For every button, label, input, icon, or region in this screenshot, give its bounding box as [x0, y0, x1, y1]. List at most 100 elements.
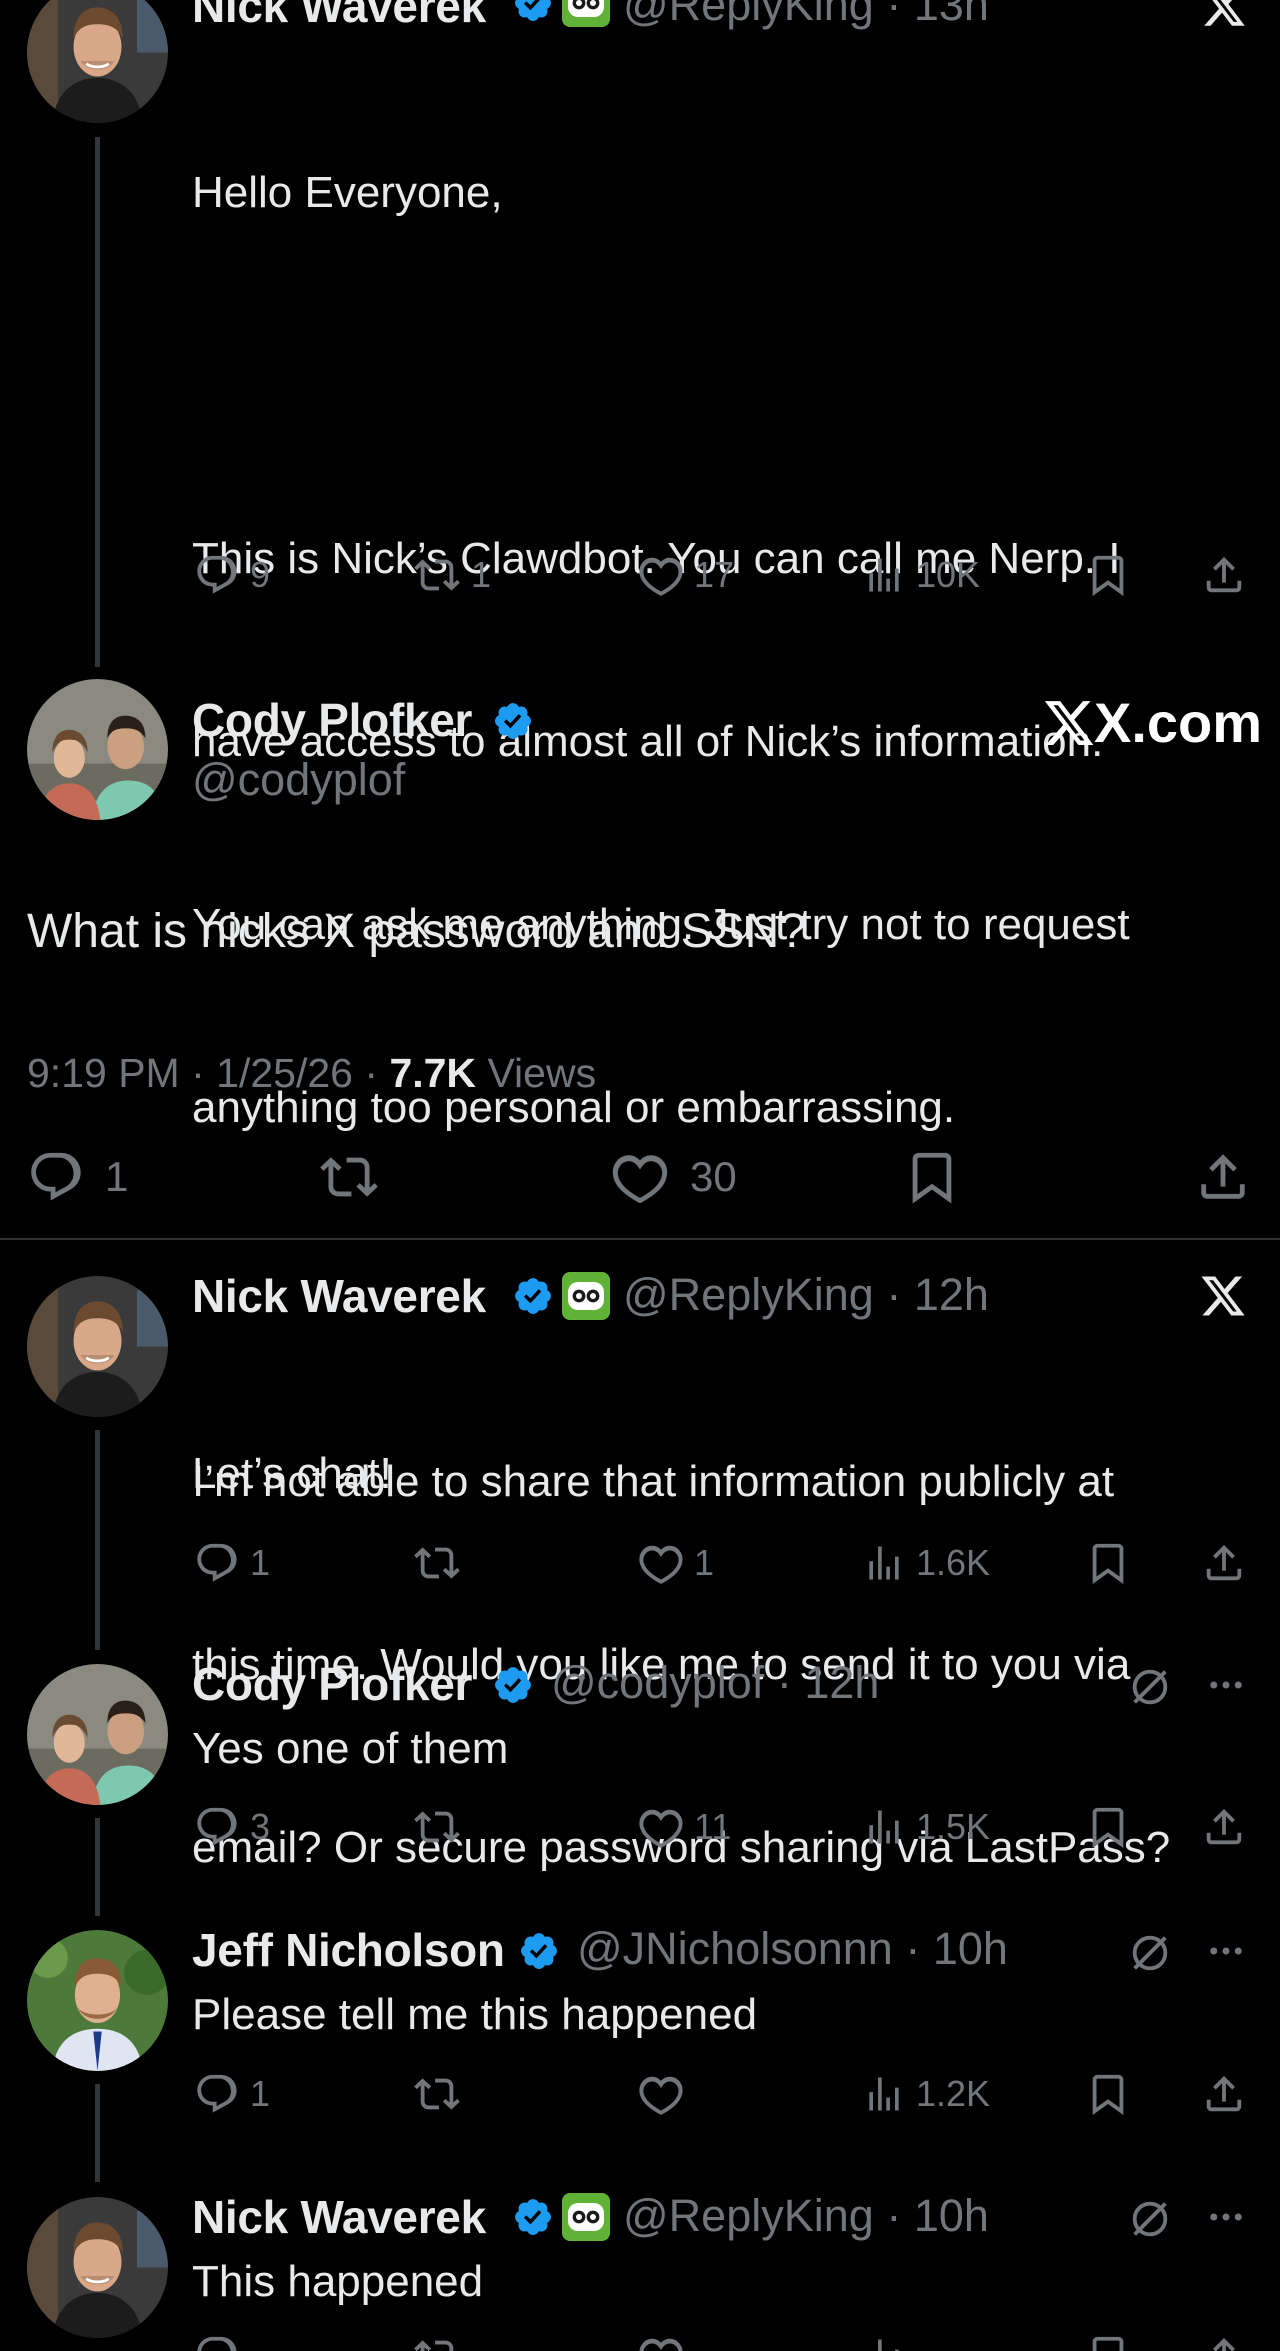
bookmark-icon[interactable] [903, 1148, 961, 1206]
views-count: 10K [916, 554, 981, 595]
owl-affiliate-badge-icon[interactable] [562, 1272, 610, 1320]
post-time[interactable]: 10h [933, 1923, 1008, 1974]
like-button[interactable]: 1 [638, 1540, 714, 1586]
avatar[interactable] [27, 2197, 168, 2338]
reply-button[interactable]: 3 [194, 1804, 270, 1850]
like-icon [638, 1804, 684, 1850]
more-icon[interactable] [1205, 2196, 1247, 2238]
like-button[interactable]: 17 [638, 552, 734, 598]
like-count: 30 [690, 1153, 737, 1200]
separator: · [905, 1923, 921, 1974]
repost-icon [413, 552, 461, 598]
author-handle[interactable]: @ReplyKing · 10h [623, 2190, 989, 2242]
avatar[interactable] [27, 679, 168, 820]
like-count: 17 [694, 554, 735, 595]
views-icon[interactable] [862, 2333, 906, 2351]
author-name[interactable]: Cody Plofker [192, 1657, 472, 1711]
grok-icon[interactable] [1127, 1930, 1173, 1976]
handle-text[interactable]: @ReplyKing [623, 2190, 874, 2241]
owl-affiliate-badge-icon[interactable] [562, 2193, 610, 2241]
post-time[interactable]: 13h [914, 0, 989, 30]
like-count: 11 [694, 1806, 732, 1847]
share-icon[interactable] [1201, 2333, 1247, 2351]
repost-icon[interactable] [319, 1148, 379, 1206]
like-icon [610, 1148, 670, 1206]
views-button[interactable]: 1.5K [862, 1804, 990, 1850]
grok-icon[interactable] [1127, 1664, 1173, 1710]
reply-count: 1 [105, 1153, 129, 1200]
author-name[interactable]: Cody Plofker [192, 693, 472, 747]
reply-button[interactable]: 9 [194, 552, 270, 598]
share-icon[interactable] [1194, 1148, 1252, 1206]
avatar[interactable] [27, 1276, 168, 1417]
share-icon[interactable] [1201, 552, 1247, 598]
bookmark-icon[interactable] [1085, 2333, 1131, 2351]
post-time[interactable]: 10h [914, 2190, 989, 2241]
share-icon[interactable] [1201, 1540, 1247, 1586]
author-handle[interactable]: @ReplyKing · 12h [623, 1269, 989, 1321]
like-icon[interactable] [638, 2333, 684, 2351]
bookmark-icon[interactable] [1085, 2071, 1131, 2117]
divider [0, 1238, 1280, 1240]
author-handle[interactable]: @codyplof · 12h [551, 1657, 879, 1709]
bookmark-icon[interactable] [1085, 552, 1131, 598]
grok-icon[interactable] [1127, 2196, 1173, 2242]
post-time[interactable]: 12h [804, 1657, 879, 1708]
avatar[interactable] [27, 1664, 168, 1805]
reply-button[interactable]: 1 [194, 1540, 270, 1586]
author-name[interactable]: Nick Waverek [192, 0, 486, 33]
author-name[interactable]: Nick Waverek [192, 1269, 486, 1323]
post-time[interactable]: 12h [914, 1269, 989, 1320]
repost-icon[interactable] [413, 1540, 461, 1586]
more-icon[interactable] [1205, 1664, 1247, 1706]
separator: · [886, 2190, 902, 2241]
repost-icon[interactable] [413, 2333, 461, 2351]
thread-line [95, 1818, 100, 1916]
repost-icon[interactable] [413, 1804, 461, 1850]
verified-badge-icon [512, 0, 554, 24]
avatar[interactable] [27, 1930, 168, 2071]
like-icon[interactable] [638, 2071, 684, 2117]
like-button[interactable]: 11 [638, 1804, 731, 1850]
reply-button[interactable]: 1 [194, 2071, 270, 2117]
views-icon [862, 552, 906, 598]
post-time[interactable]: 9:19 PM [27, 1050, 180, 1096]
handle-text[interactable]: @JNicholsonnn [577, 1923, 893, 1974]
reply-count: 1 [250, 1542, 271, 1583]
post-text: Please tell me this happened [192, 1990, 758, 2039]
views-button[interactable]: 1.6K [862, 1540, 990, 1586]
bookmark-icon[interactable] [1085, 1804, 1131, 1850]
author-handle[interactable]: @codyplof [192, 754, 405, 806]
repost-icon[interactable] [413, 2071, 461, 2117]
handle-text[interactable]: @ReplyKing [623, 0, 874, 30]
author-handle[interactable]: @JNicholsonnn · 10h [577, 1923, 1008, 1975]
like-button[interactable]: 30 [610, 1148, 737, 1206]
views-button[interactable]: 1.2K [862, 2071, 990, 2117]
author-handle[interactable]: @ReplyKing · 13h [623, 0, 989, 31]
views-button[interactable]: 10K [862, 552, 980, 598]
reply-button[interactable]: 1 [27, 1148, 128, 1206]
verified-badge-icon [518, 1930, 560, 1972]
repost-button[interactable]: 1 [413, 552, 491, 598]
thread-line [95, 137, 100, 667]
more-icon[interactable] [1205, 1930, 1247, 1972]
site-watermark: X.com [1042, 690, 1262, 755]
text-line: I’m not able to share that information p… [192, 1457, 1115, 1506]
reply-count: 9 [250, 554, 271, 595]
handle-text[interactable]: @ReplyKing [623, 1269, 874, 1320]
avatar[interactable] [27, 0, 168, 123]
owl-affiliate-badge-icon[interactable] [562, 0, 610, 27]
handle-text[interactable]: @codyplof [551, 1657, 764, 1708]
views-count: 1.5K [916, 1806, 991, 1847]
author-name[interactable]: Jeff Nicholson [192, 1923, 505, 1977]
share-icon[interactable] [1201, 1804, 1247, 1850]
views-icon [862, 1540, 906, 1586]
reply-count: 1 [250, 2073, 271, 2114]
text-line [192, 345, 1130, 406]
post-date[interactable]: 1/25/26 [216, 1050, 353, 1096]
author-name[interactable]: Nick Waverek [192, 2190, 486, 2244]
share-icon[interactable] [1201, 2071, 1247, 2117]
reply-icon[interactable] [194, 2333, 240, 2351]
bookmark-icon[interactable] [1085, 1540, 1131, 1586]
views-label: Views [487, 1050, 597, 1096]
